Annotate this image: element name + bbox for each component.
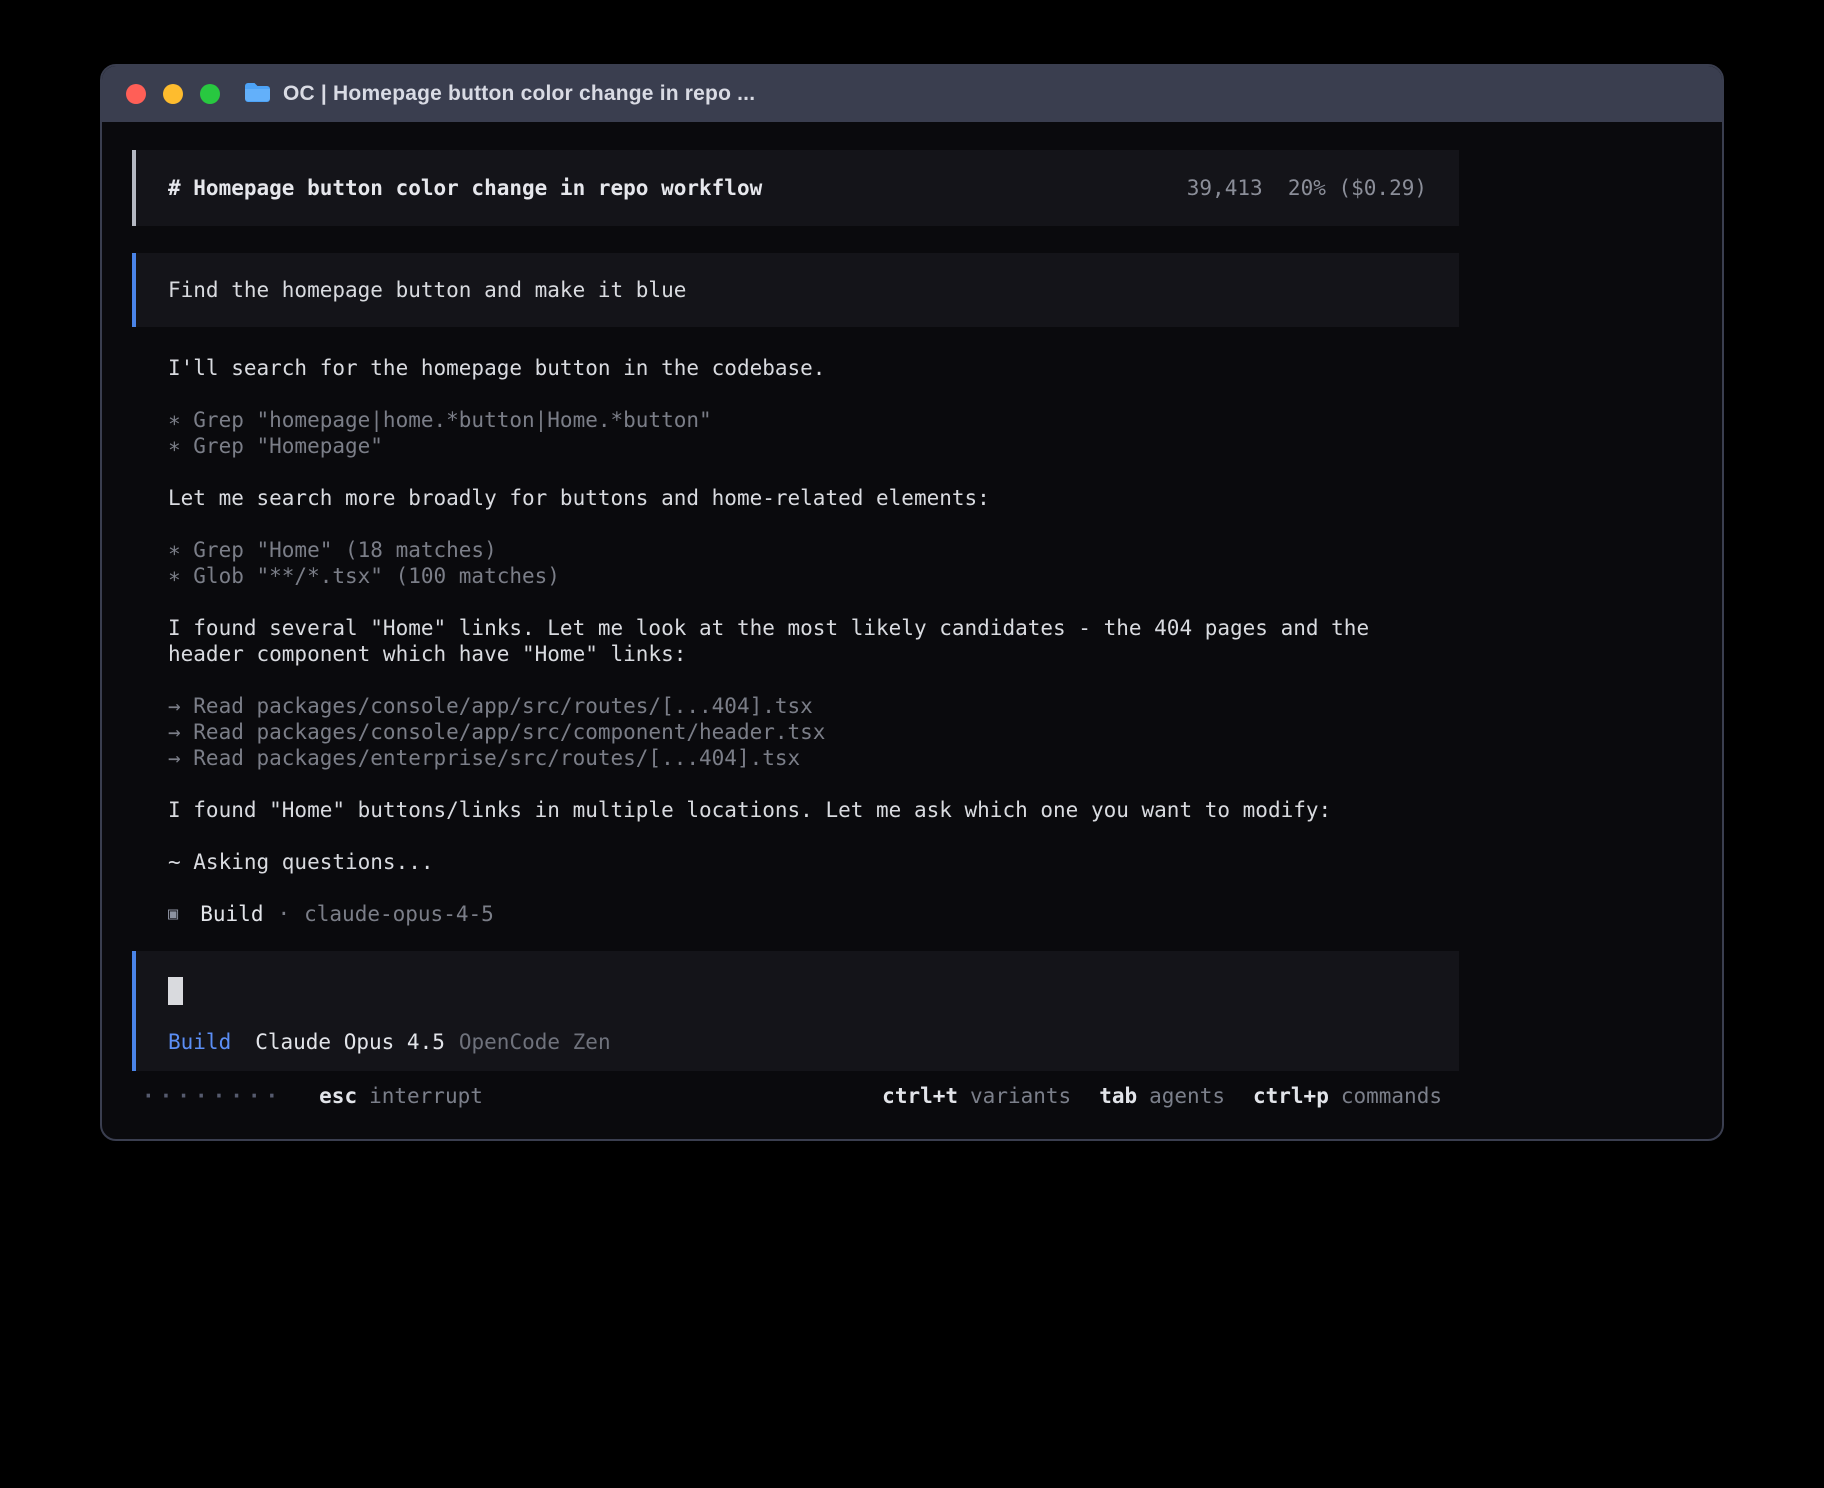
mode-label[interactable]: Build (168, 1029, 231, 1055)
label-agents: agents (1149, 1083, 1225, 1109)
window-title: OC | Homepage button color change in rep… (283, 82, 755, 106)
status-right: ctrl+t variants tab agents ctrl+p comman… (882, 1083, 1442, 1109)
assistant-text: I found "Home" buttons/links in multiple… (168, 797, 1429, 823)
text-cursor (168, 977, 183, 1005)
tool-call-grep: ∗ Grep "homepage|home.*button|Home.*butt… (168, 407, 1429, 433)
status-bar: ········ esc interrupt ctrl+t variants t… (132, 1083, 1459, 1109)
agent-name: Build (200, 901, 263, 927)
assistant-text: I found several "Home" links. Let me loo… (168, 615, 1429, 667)
folder-icon (244, 81, 271, 107)
status-left: ········ esc interrupt (142, 1083, 483, 1109)
agent-status-line: ▣ Build · claude-opus-4-5 (168, 901, 1429, 927)
assistant-transcript: I'll search for the homepage button in t… (132, 327, 1459, 927)
label-interrupt: interrupt (369, 1083, 483, 1109)
assistant-text: I'll search for the homepage button in t… (168, 355, 1429, 381)
tool-call-read: → Read packages/enterprise/src/routes/[.… (168, 745, 1429, 771)
session-title: # Homepage button color change in repo w… (168, 175, 762, 201)
asking-questions-status: ~ Asking questions... (168, 849, 1429, 875)
tool-call-read: → Read packages/console/app/src/routes/[… (168, 693, 1429, 719)
label-variants: variants (970, 1083, 1071, 1109)
spinner-dots: ········ (142, 1083, 283, 1109)
user-message: Find the homepage button and make it blu… (132, 253, 1459, 327)
token-count: 39,413 (1187, 176, 1263, 200)
assistant-text: Let me search more broadly for buttons a… (168, 485, 1429, 511)
terminal-window: OC | Homepage button color change in rep… (100, 64, 1724, 1141)
tool-call-read: → Read packages/console/app/src/componen… (168, 719, 1429, 745)
agent-icon: ▣ (168, 901, 178, 927)
traffic-lights (126, 84, 220, 104)
model-row: Build Claude Opus 4.5 OpenCode Zen (168, 1029, 1427, 1055)
key-esc: esc (319, 1083, 357, 1109)
zoom-button[interactable] (200, 84, 220, 104)
window-title-group: OC | Homepage button color change in rep… (244, 81, 755, 107)
keyhint-commands: ctrl+p commands (1253, 1083, 1442, 1109)
tool-call-grep: ∗ Grep "Homepage" (168, 433, 1429, 459)
agent-model: claude-opus-4-5 (304, 901, 494, 927)
keyhint-variants: ctrl+t variants (882, 1083, 1071, 1109)
key-ctrl-t: ctrl+t (882, 1083, 958, 1109)
user-message-text: Find the homepage button and make it blu… (168, 277, 1427, 303)
tool-call-grep: ∗ Grep "Home" (18 matches) (168, 537, 1429, 563)
tool-call-glob: ∗ Glob "**/*.tsx" (100 matches) (168, 563, 1429, 589)
provider-name: OpenCode Zen (459, 1029, 611, 1055)
context-usage: 20% ($0.29) (1288, 176, 1427, 200)
terminal-content: # Homepage button color change in repo w… (102, 122, 1722, 1141)
keyhint-interrupt: esc interrupt (319, 1083, 483, 1109)
key-tab: tab (1099, 1083, 1137, 1109)
separator-dot: · (277, 901, 290, 927)
session-header: # Homepage button color change in repo w… (132, 150, 1459, 226)
title-bar[interactable]: OC | Homepage button color change in rep… (102, 66, 1722, 122)
keyhint-agents: tab agents (1099, 1083, 1225, 1109)
close-button[interactable] (126, 84, 146, 104)
prompt-input[interactable]: Build Claude Opus 4.5 OpenCode Zen (132, 951, 1459, 1071)
minimize-button[interactable] (163, 84, 183, 104)
label-commands: commands (1341, 1083, 1442, 1109)
session-stats: 39,413 20% ($0.29) (1187, 175, 1427, 201)
key-ctrl-p: ctrl+p (1253, 1083, 1329, 1109)
model-name[interactable]: Claude Opus 4.5 (255, 1029, 445, 1055)
